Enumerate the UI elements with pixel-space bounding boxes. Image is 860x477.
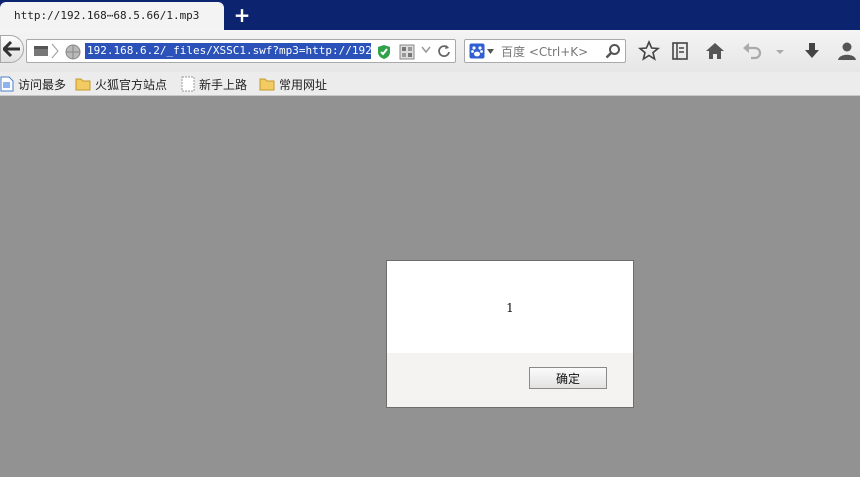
search-shortcut: <Ctrl+K>	[528, 45, 589, 59]
dropdown-arrow-icon[interactable]	[421, 46, 431, 54]
alert-dialog: 1 确定	[386, 260, 634, 408]
url-text[interactable]: 192.168.6.2/_files/XSSC1.swf?mp3=http://…	[85, 43, 371, 59]
bookmark-getting-started[interactable]: 新手上路	[181, 75, 247, 93]
address-bar[interactable]: 192.168.6.2/_files/XSSC1.swf?mp3=http://…	[26, 39, 456, 63]
bookmark-label: 火狐官方站点	[95, 77, 168, 92]
bookmark-common-sites[interactable]: 常用网址	[259, 75, 327, 93]
undo-dropdown-icon[interactable]	[768, 39, 792, 63]
baidu-paw-icon[interactable]	[469, 43, 485, 59]
folder-icon	[259, 78, 275, 91]
blank-page-icon	[181, 76, 195, 92]
globe-icon	[65, 44, 81, 60]
search-engine-name: 百度	[501, 45, 526, 59]
reading-list-icon[interactable]	[668, 39, 692, 63]
navigation-toolbar: 192.168.6.2/_files/XSSC1.swf?mp3=http://…	[0, 30, 860, 72]
tab-title: http://192.168⋯68.5.66/1.mp3	[14, 9, 200, 22]
download-icon[interactable]	[800, 39, 824, 63]
search-bar[interactable]: 百度 <Ctrl+K>	[464, 39, 626, 63]
user-account-icon[interactable]	[835, 39, 859, 63]
bookmarks-toolbar: 访问最多 火狐官方站点 新手上路 常用网址	[0, 72, 860, 96]
bookmark-label: 常用网址	[279, 77, 328, 92]
bookmark-label: 新手上路	[199, 77, 248, 92]
new-tab-button[interactable]: +	[232, 3, 252, 27]
shield-icon[interactable]	[377, 44, 391, 60]
undo-icon[interactable]	[740, 39, 764, 63]
alert-footer: 确定	[387, 353, 633, 407]
bookmark-label: 访问最多	[18, 77, 67, 92]
bookmark-firefox-official[interactable]: 火狐官方站点	[75, 75, 167, 93]
folder-icon	[75, 78, 91, 91]
chevron-right-icon	[51, 43, 59, 59]
page-content: 1 确定	[0, 96, 860, 477]
active-tab[interactable]: http://192.168⋯68.5.66/1.mp3	[0, 2, 224, 30]
reload-icon[interactable]	[437, 44, 451, 58]
search-icon[interactable]	[605, 43, 621, 59]
tab-strip: http://192.168⋯68.5.66/1.mp3 +	[0, 0, 860, 30]
bookmark-star-icon[interactable]	[637, 39, 661, 63]
back-button[interactable]	[0, 35, 24, 63]
back-arrow-icon	[3, 41, 20, 57]
page-grid-icon	[34, 46, 48, 56]
search-placeholder: 百度 <Ctrl+K>	[501, 43, 588, 60]
ok-button[interactable]: 确定	[529, 367, 607, 389]
bookmark-page-icon	[0, 76, 14, 92]
home-icon[interactable]	[703, 39, 727, 63]
bookmark-most-visited[interactable]: 访问最多	[0, 75, 66, 93]
engine-dropdown-icon[interactable]	[487, 49, 494, 54]
qr-code-icon[interactable]	[399, 44, 415, 60]
alert-message: 1	[506, 301, 514, 315]
